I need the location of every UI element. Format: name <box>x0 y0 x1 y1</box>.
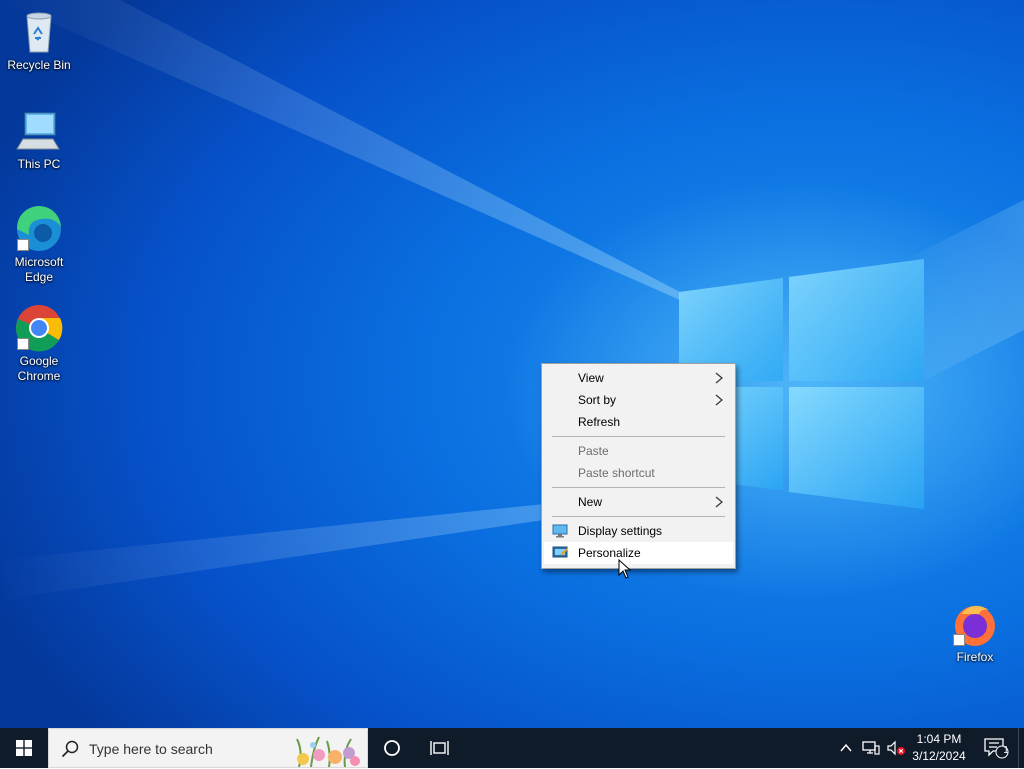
edge-icon <box>15 205 63 253</box>
desktop-icon-chrome[interactable]: Google Chrome <box>1 304 77 384</box>
desktop-context-menu: View Sort by Refresh Paste Paste shortcu… <box>541 363 736 569</box>
start-button[interactable] <box>0 728 48 768</box>
recycle-bin-icon <box>15 8 63 56</box>
desktop-icon-firefox[interactable]: Firefox <box>937 600 1013 665</box>
mouse-cursor-icon <box>618 559 632 579</box>
display-settings-icon <box>552 524 568 538</box>
menu-separator <box>552 516 725 517</box>
computer-icon <box>15 107 63 155</box>
cortana-icon <box>384 740 400 756</box>
desktop-icon-label: Microsoft Edge <box>14 255 64 284</box>
desktop-icon-edge[interactable]: Microsoft Edge <box>1 205 77 285</box>
chrome-icon <box>15 304 63 352</box>
menu-item-view[interactable]: View <box>544 367 733 389</box>
cortana-button[interactable] <box>368 728 416 768</box>
chevron-right-icon <box>715 372 723 384</box>
notification-count-badge: 1 <box>1003 745 1009 756</box>
show-desktop-button[interactable] <box>1018 728 1024 768</box>
menu-item-sort-by[interactable]: Sort by <box>544 389 733 411</box>
search-placeholder: Type here to search <box>89 741 213 757</box>
clock-date: 3/12/2024 <box>912 749 966 763</box>
menu-item-refresh[interactable]: Refresh <box>544 411 733 433</box>
search-icon <box>61 740 79 758</box>
action-center-button[interactable]: 1 <box>976 728 1016 768</box>
taskbar: Type here to search 1:04 PM 3/12/2024 1 <box>0 728 1024 768</box>
menu-separator <box>552 487 725 488</box>
menu-item-personalize[interactable]: Personalize <box>544 542 733 564</box>
task-view-button[interactable] <box>416 728 464 768</box>
chevron-right-icon <box>715 394 723 406</box>
system-tray <box>838 728 906 768</box>
search-highlight-flowers-icon <box>296 736 360 767</box>
desktop-icon-label: Recycle Bin <box>7 58 71 72</box>
taskbar-search-box[interactable]: Type here to search <box>48 728 368 768</box>
task-view-icon <box>430 741 449 755</box>
desktop-icon-this-pc[interactable]: This PC <box>1 107 77 172</box>
desktop-icon-label: This PC <box>17 157 61 171</box>
personalize-icon <box>552 546 568 558</box>
wallpaper <box>0 0 1024 600</box>
menu-item-new[interactable]: New <box>544 491 733 513</box>
menu-separator <box>552 436 725 437</box>
desktop[interactable]: Recycle Bin This PC Microsoft Edge Googl… <box>0 0 1024 728</box>
clock-time: 1:04 PM <box>916 732 962 746</box>
chevron-up-icon[interactable] <box>838 740 854 756</box>
desktop-icon-recycle-bin[interactable]: Recycle Bin <box>1 8 77 73</box>
menu-item-display-settings[interactable]: Display settings <box>544 520 733 542</box>
volume-muted-icon[interactable] <box>886 740 906 756</box>
taskbar-clock[interactable]: 1:04 PM 3/12/2024 <box>905 728 973 768</box>
desktop-icon-label: Google Chrome <box>17 354 61 383</box>
menu-item-paste-shortcut[interactable]: Paste shortcut <box>544 462 733 484</box>
firefox-icon <box>951 600 999 648</box>
menu-item-paste[interactable]: Paste <box>544 440 733 462</box>
windows-logo-icon <box>16 740 32 756</box>
desktop-icon-label: Firefox <box>956 650 994 664</box>
network-icon[interactable] <box>862 740 880 756</box>
chevron-right-icon <box>715 496 723 508</box>
